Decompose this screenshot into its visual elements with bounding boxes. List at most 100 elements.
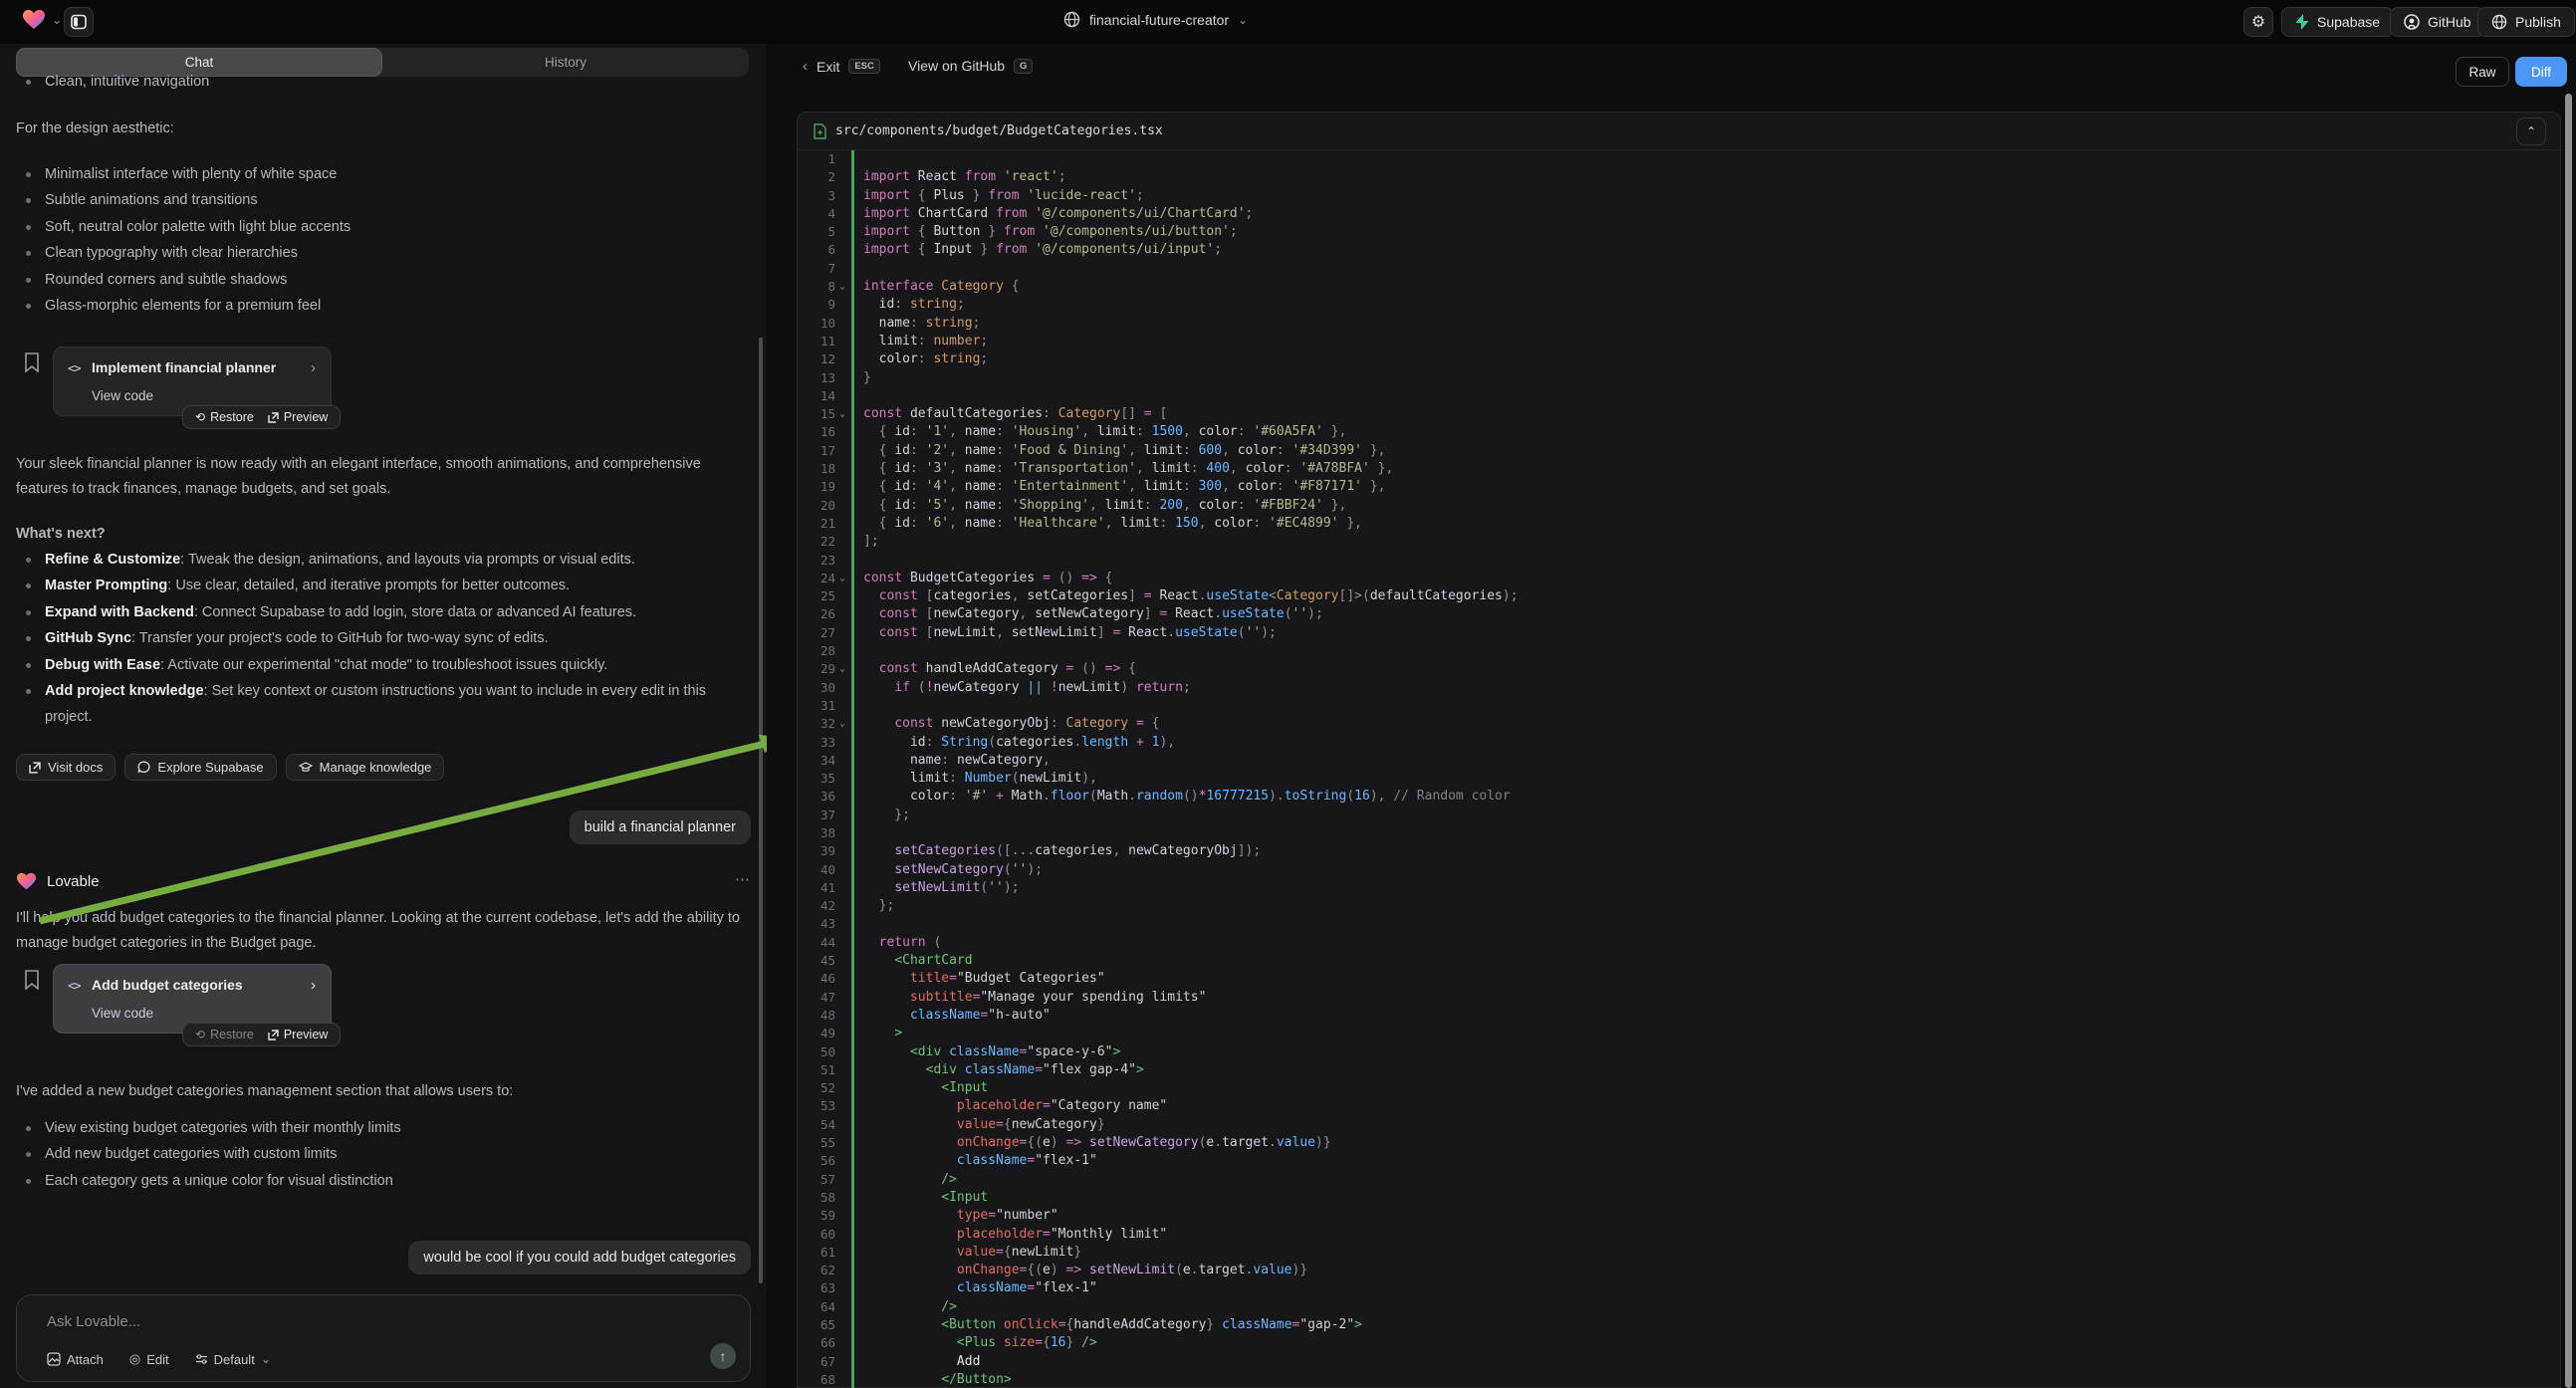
code-line: 65 <Button onClick={handleAddCategory} c… bbox=[798, 1316, 2560, 1334]
code-line: 47 subtitle="Manage your spending limits… bbox=[798, 989, 2560, 1007]
bullet-item: Refine & Customize: Tweak the design, an… bbox=[16, 547, 751, 573]
view-code-link[interactable]: View code bbox=[92, 1006, 153, 1021]
version-card-title: Implement financial planner bbox=[92, 359, 276, 375]
publish-button[interactable]: Publish bbox=[2477, 7, 2575, 37]
github-label: GitHub bbox=[2428, 14, 2471, 30]
message-menu-icon[interactable]: ⋯ bbox=[735, 870, 752, 888]
manage-knowledge-button[interactable]: Manage knowledge bbox=[286, 754, 445, 781]
preview-button[interactable]: Preview bbox=[268, 1028, 328, 1041]
code-line: 18 { id: '3', name: 'Transportation', li… bbox=[798, 460, 2560, 478]
attach-button[interactable]: Attach bbox=[47, 1352, 104, 1367]
code-line: 45 <ChartCard bbox=[798, 952, 2560, 970]
code-line: 3import { Plus } from 'lucide-react'; bbox=[798, 187, 2560, 205]
code-line: 33 id: String(categories.length + 1), bbox=[798, 734, 2560, 752]
code-line: 67 Add bbox=[798, 1353, 2560, 1371]
code-line: 34 name: newCategory, bbox=[798, 752, 2560, 770]
code-line: 24⌄const BudgetCategories = () => { bbox=[798, 570, 2560, 587]
version-hover-toolbar: ⟲ Restore Preview bbox=[182, 1023, 341, 1046]
edit-button[interactable]: ◎ Edit bbox=[129, 1351, 169, 1367]
code-icon: <> bbox=[68, 979, 80, 993]
explore-supabase-button[interactable]: Explore Supabase bbox=[124, 754, 276, 781]
exit-button[interactable]: ‹ Exit ESC bbox=[803, 58, 880, 75]
supabase-button[interactable]: Supabase bbox=[2281, 7, 2394, 37]
bullet-item: Rounded corners and subtle shadows bbox=[16, 267, 743, 293]
collapse-file-button[interactable]: ⌃ bbox=[2516, 117, 2546, 145]
code-line: 41 setNewLimit(''); bbox=[798, 879, 2560, 897]
bullet-item: Subtle animations and transitions bbox=[16, 187, 743, 213]
view-on-github-button[interactable]: View on GitHub G bbox=[908, 58, 1033, 74]
code-line: 55 onChange={(e) => setNewCategory(e.tar… bbox=[798, 1134, 2560, 1152]
bullet-item: View existing budget categories with the… bbox=[16, 1115, 743, 1141]
chat-scrollbar[interactable] bbox=[759, 338, 763, 1283]
code-line: 2import React from 'react'; bbox=[798, 168, 2560, 186]
user-message-bubble: would be cool if you could add budget ca… bbox=[408, 1241, 751, 1274]
code-line: 39 setCategories([...categories, newCate… bbox=[798, 842, 2560, 860]
bookmark-icon[interactable] bbox=[24, 352, 40, 372]
github-icon bbox=[2404, 14, 2420, 30]
chat-bubble-icon bbox=[137, 761, 150, 774]
code-line: 5import { Button } from '@/components/ui… bbox=[798, 223, 2560, 241]
restore-button[interactable]: ⟲ Restore bbox=[195, 410, 254, 424]
code-line: 23 bbox=[798, 552, 2560, 570]
toggle-sidebar-button[interactable] bbox=[64, 7, 94, 37]
code-line: 54 value={newCategory} bbox=[798, 1116, 2560, 1134]
assistant-name: Lovable bbox=[47, 873, 100, 890]
code-line: 20 { id: '5', name: 'Shopping', limit: 2… bbox=[798, 497, 2560, 515]
gear-icon: ⚙ bbox=[2251, 12, 2265, 32]
lovable-heart-icon bbox=[16, 872, 37, 891]
code-editor[interactable]: 12import React from 'react';3import { Pl… bbox=[798, 150, 2560, 1388]
chevron-right-icon: › bbox=[311, 359, 316, 376]
assistant-paragraph: I'll help you add budget categories to t… bbox=[16, 906, 753, 955]
code-line: 28 bbox=[798, 642, 2560, 660]
restore-button[interactable]: ⟲ Restore bbox=[195, 1028, 254, 1041]
composer[interactable]: Ask Lovable... Attach ◎ Edit bbox=[16, 1294, 751, 1382]
code-scrollbar[interactable] bbox=[2565, 94, 2572, 1388]
code-line: 15⌄const defaultCategories: Category[] =… bbox=[798, 405, 2560, 423]
code-line: 61 value={newLimit} bbox=[798, 1244, 2560, 1262]
code-line: 14 bbox=[798, 387, 2560, 405]
settings-button[interactable]: ⚙ bbox=[2243, 7, 2273, 37]
assistant-paragraph: I've added a new budget categories manag… bbox=[16, 1079, 753, 1104]
g-kbd: G bbox=[1014, 59, 1033, 74]
bullet-item: Glass-morphic elements for a premium fee… bbox=[16, 293, 743, 319]
raw-button[interactable]: Raw bbox=[2456, 57, 2509, 87]
diff-button[interactable]: Diff bbox=[2515, 57, 2567, 87]
code-line: 26 const [newCategory, setNewCategory] =… bbox=[798, 605, 2560, 623]
chevron-left-icon: ‹ bbox=[803, 58, 808, 75]
bullet-item: Clean typography with clear hierarchies bbox=[16, 240, 743, 266]
whats-next-list: Refine & Customize: Tweak the design, an… bbox=[16, 547, 751, 731]
visit-docs-button[interactable]: Visit docs bbox=[16, 754, 116, 781]
project-name: financial-future-creator bbox=[1089, 12, 1229, 28]
code-line: 29⌄ const handleAddCategory = () => { bbox=[798, 660, 2560, 678]
restore-icon: ⟲ bbox=[195, 410, 205, 424]
code-line: 21 { id: '6', name: 'Healthcare', limit:… bbox=[798, 515, 2560, 533]
send-button[interactable]: ↑ bbox=[710, 1343, 736, 1369]
bullet-item: Minimalist interface with plenty of whit… bbox=[16, 161, 743, 187]
file-path: src/components/budget/BudgetCategories.t… bbox=[835, 123, 1163, 138]
code-line: 63 className="flex-1" bbox=[798, 1279, 2560, 1297]
preview-button[interactable]: Preview bbox=[268, 410, 328, 424]
project-switcher[interactable]: financial-future-creator ⌄ bbox=[1063, 11, 1248, 28]
code-line: 46 title="Budget Categories" bbox=[798, 970, 2560, 988]
supabase-label: Supabase bbox=[2317, 14, 2380, 30]
code-line: 44 return ( bbox=[798, 934, 2560, 952]
code-line: 60 placeholder="Monthly limit" bbox=[798, 1226, 2560, 1244]
file-header[interactable]: src/components/budget/BudgetCategories.t… bbox=[798, 113, 2560, 150]
code-line: 56 className="flex-1" bbox=[798, 1152, 2560, 1170]
view-code-link[interactable]: View code bbox=[92, 388, 153, 403]
code-line: 27 const [newLimit, setNewLimit] = React… bbox=[798, 624, 2560, 642]
user-message-bubble: build a financial planner bbox=[570, 810, 751, 844]
composer-actions: Attach ◎ Edit Default ⌄ bbox=[47, 1351, 271, 1367]
github-button[interactable]: GitHub bbox=[2390, 7, 2485, 37]
code-line: 12 color: string; bbox=[798, 350, 2560, 368]
external-link-icon bbox=[29, 762, 41, 774]
publish-label: Publish bbox=[2515, 14, 2561, 30]
external-link-icon bbox=[268, 412, 279, 423]
code-line: 50 <div className="space-y-6"> bbox=[798, 1043, 2560, 1061]
design-bullet-list: Minimalist interface with plenty of whit… bbox=[16, 161, 743, 319]
code-line: 64 /> bbox=[798, 1298, 2560, 1316]
lovable-menu[interactable]: ⌄ bbox=[22, 9, 62, 31]
bookmark-icon[interactable] bbox=[24, 970, 40, 990]
restore-icon: ⟲ bbox=[195, 1028, 205, 1041]
mode-selector[interactable]: Default ⌄ bbox=[195, 1352, 271, 1367]
